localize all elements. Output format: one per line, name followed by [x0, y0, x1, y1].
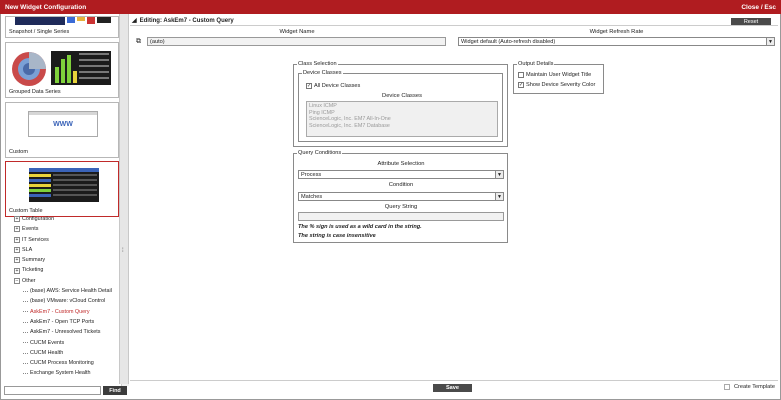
- window-titlebar: New Widget Configuration Close / Esc: [0, 0, 781, 14]
- tree-node[interactable]: + Summary: [14, 255, 118, 265]
- device-classes-list-header: Device Classes: [382, 93, 422, 99]
- footer-divider: [130, 380, 778, 381]
- thumb-caption: Custom: [9, 149, 28, 155]
- chevron-down-icon[interactable]: ▼: [495, 171, 503, 178]
- expand-icon[interactable]: +: [14, 236, 20, 243]
- severity-color-label: Show Device Severity Color: [526, 82, 596, 88]
- expand-icon[interactable]: +: [14, 226, 20, 233]
- tree-node[interactable]: + SLA: [14, 245, 118, 255]
- editor-heading: Editing: AskEm7 - Custom Query: [139, 17, 234, 24]
- reset-button[interactable]: Reset: [731, 18, 771, 25]
- thumb-caption: Grouped Data Series: [9, 89, 61, 95]
- list-item[interactable]: Ping ICMP: [309, 110, 495, 117]
- refresh-rate-select[interactable]: Widget default (Auto-refresh disabled) ▼: [458, 37, 775, 46]
- tree-node[interactable]: + Ticketing: [14, 265, 118, 275]
- tree-leaf[interactable]: Exchange System Health: [14, 368, 118, 378]
- grouped-data-preview-icon: [12, 51, 111, 86]
- find-bar: Find: [4, 386, 128, 395]
- tree-leaf[interactable]: CUCM Health: [14, 348, 118, 358]
- attribute-selection-label: Attribute Selection: [377, 161, 425, 167]
- maintain-title-checkbox[interactable]: [518, 72, 524, 78]
- expand-icon[interactable]: +: [14, 216, 20, 223]
- window-restore-icon[interactable]: ⧉: [136, 38, 141, 46]
- create-template-label: Create Template: [734, 384, 775, 390]
- tree-leaf[interactable]: CUCM Events: [14, 338, 118, 348]
- query-string-input[interactable]: [298, 212, 504, 221]
- tree-node[interactable]: + Configuration: [14, 214, 118, 224]
- device-classes-legend: Device Classes: [303, 70, 342, 76]
- thumb-caption: Snapshot / Single Series: [9, 29, 70, 35]
- tree-leaf-selected[interactable]: AskEm7 - Custom Query: [14, 307, 118, 317]
- snapshot-preview-icon: [15, 17, 111, 25]
- expand-icon[interactable]: +: [14, 267, 20, 274]
- condition-select[interactable]: Matches ▼: [298, 192, 504, 201]
- tree-leaf[interactable]: AskEm7 - Open TCP Ports: [14, 317, 118, 327]
- tree-node-other[interactable]: − Other: [14, 276, 118, 286]
- create-template-row[interactable]: Create Template: [724, 384, 775, 390]
- severity-color-row[interactable]: ✓ Show Device Severity Color: [518, 82, 595, 88]
- query-string-label: Query String: [384, 204, 418, 210]
- tree-leaf[interactable]: CUCM Process Monitoring: [14, 358, 118, 368]
- close-button[interactable]: Close / Esc: [741, 4, 776, 11]
- chevron-down-icon[interactable]: ▼: [766, 38, 774, 45]
- thumb-snapshot-single-series[interactable]: Snapshot / Single Series: [5, 16, 119, 38]
- tree-leaf[interactable]: (base) AWS: Service Health Detail: [14, 286, 118, 296]
- list-item[interactable]: Linux ICMP: [309, 103, 495, 110]
- all-device-classes-checkbox[interactable]: ✓: [306, 83, 312, 89]
- custom-preview-icon: WWW: [28, 111, 98, 137]
- query-conditions-legend: Query Conditions: [298, 150, 342, 156]
- thumb-grouped-data-series[interactable]: Grouped Data Series: [5, 42, 119, 98]
- widget-name-field[interactable]: (auto): [147, 37, 446, 46]
- maintain-title-label: Maintain User Widget Title: [526, 72, 592, 78]
- attribute-select[interactable]: Process ▼: [298, 170, 504, 179]
- severity-color-checkbox[interactable]: ✓: [518, 82, 524, 88]
- list-item[interactable]: ScienceLogic, Inc. EM7 Database: [309, 123, 495, 130]
- refresh-rate-label: Widget Refresh Rate: [589, 29, 644, 35]
- create-template-checkbox[interactable]: [724, 384, 730, 390]
- window-title: New Widget Configuration: [5, 3, 87, 11]
- find-button[interactable]: Find: [103, 386, 127, 395]
- tree-leaf[interactable]: AskEm7 - Unresolved Tickets: [14, 327, 118, 337]
- expand-icon[interactable]: +: [14, 247, 20, 254]
- wildcard-note: The % sign is used as a wild card in the…: [298, 224, 422, 230]
- collapse-icon[interactable]: −: [14, 277, 20, 284]
- panel-splitter[interactable]: ⁞: [119, 14, 129, 384]
- tree-node[interactable]: + IT Services: [14, 235, 118, 245]
- tree-node[interactable]: + Events: [14, 224, 118, 234]
- find-input[interactable]: [4, 386, 101, 395]
- widget-name-label: Widget Name: [279, 29, 315, 35]
- save-button[interactable]: Save: [433, 384, 472, 392]
- class-selection-legend: Class Selection: [298, 61, 337, 67]
- thumb-custom-table[interactable]: Custom Table: [5, 161, 119, 217]
- output-details-legend: Output Details: [518, 61, 554, 67]
- thumb-custom[interactable]: WWW Custom: [5, 102, 119, 158]
- device-classes-list[interactable]: Linux ICMP Ping ICMP ScienceLogic, Inc. …: [306, 101, 498, 137]
- condition-label: Condition: [388, 182, 414, 188]
- splitter-grip-icon[interactable]: ⁞: [122, 248, 124, 254]
- all-device-classes-label: All Device Classes: [314, 83, 361, 89]
- list-item[interactable]: ScienceLogic, Inc. EM7 All-In-One: [309, 116, 495, 123]
- widget-tree: + Configuration + Events + IT Services + SLA…: [14, 214, 118, 379]
- chevron-down-icon[interactable]: ▼: [495, 193, 503, 200]
- tree-leaf[interactable]: (base) VMware: vCloud Control: [14, 296, 118, 306]
- editor-header: ◢ Editing: AskEm7 - Custom Query: [130, 16, 778, 26]
- expand-icon[interactable]: +: [14, 257, 20, 264]
- collapse-arrow-icon[interactable]: ◢: [132, 17, 137, 24]
- custom-table-preview-icon: [29, 168, 99, 202]
- all-device-classes-row[interactable]: ✓ All Device Classes: [306, 83, 360, 89]
- custom-preview-text: WWW: [53, 121, 73, 128]
- case-note: The string is case insensitive: [298, 233, 376, 239]
- maintain-title-row[interactable]: Maintain User Widget Title: [518, 72, 591, 78]
